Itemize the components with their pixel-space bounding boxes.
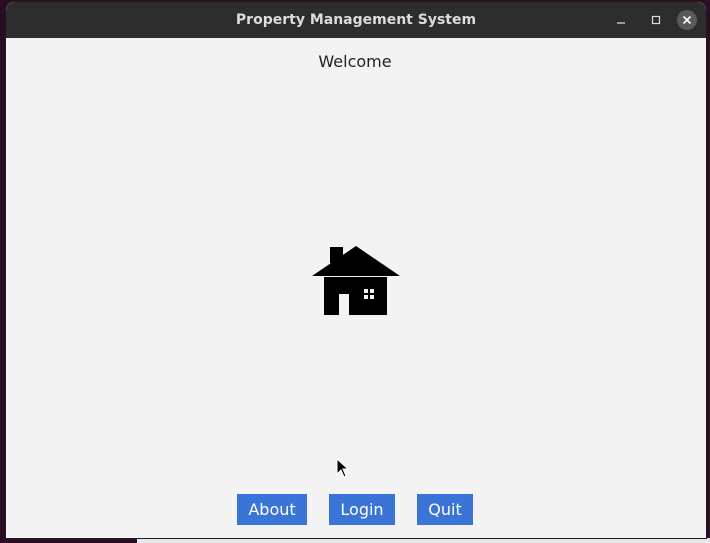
desktop-bottom-dark-edge (0, 538, 137, 543)
title-bar[interactable]: Property Management System (6, 2, 706, 38)
login-button[interactable]: Login (329, 494, 395, 525)
minimize-button[interactable] (611, 10, 631, 30)
maximize-icon (651, 15, 661, 25)
about-button[interactable]: About (237, 494, 307, 525)
main-panel: Welcome About Login Quit (6, 38, 706, 538)
maximize-button[interactable] (646, 10, 666, 30)
close-button[interactable] (677, 10, 697, 30)
minimize-icon (617, 22, 625, 24)
app-window: Property Management System Welcome About… (6, 2, 706, 538)
close-icon (682, 15, 692, 25)
mouse-cursor-icon (336, 458, 350, 478)
welcome-label: Welcome (318, 52, 392, 71)
quit-button[interactable]: Quit (417, 494, 473, 525)
house-icon (312, 246, 400, 315)
window-title: Property Management System (235, 12, 477, 28)
